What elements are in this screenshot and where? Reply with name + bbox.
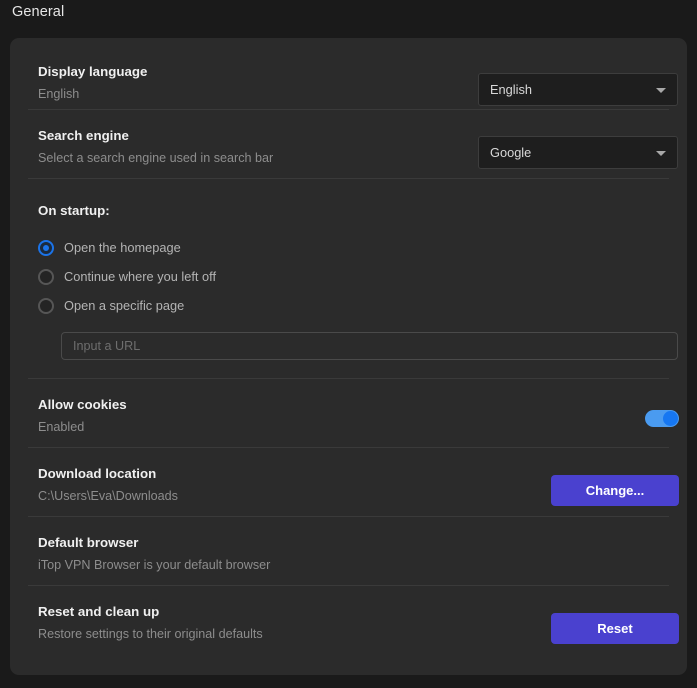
radio-label: Continue where you left off [64, 269, 217, 284]
on-startup-title: On startup: [38, 203, 110, 218]
reset-texts: Reset and clean up Restore settings to t… [38, 604, 263, 642]
setting-row-allow-cookies: Allow cookies Enabled [28, 379, 679, 448]
page-title: General [12, 4, 65, 20]
search-engine-title: Search engine [38, 128, 129, 143]
reset-title: Reset and clean up [38, 604, 160, 619]
search-engine-subtitle: Select a search engine used in search ba… [38, 151, 274, 165]
setting-row-default-browser: Default browser iTop VPN Browser is your… [28, 517, 669, 586]
reset-subtitle: Restore settings to their original defau… [38, 627, 263, 641]
allow-cookies-toggle[interactable] [645, 410, 679, 427]
radio-label: Open a specific page [64, 298, 185, 313]
download-location-title: Download location [38, 466, 157, 481]
default-browser-texts: Default browser iTop VPN Browser is your… [38, 535, 270, 573]
radio-mark-icon [38, 269, 54, 285]
download-location-subtitle: C:\Users\Eva\Downloads [38, 489, 178, 503]
setting-row-display-language: Display language English English [28, 38, 678, 110]
startup-url-input[interactable] [61, 332, 678, 360]
setting-row-search-engine: Search engine Select a search engine use… [28, 110, 678, 179]
display-language-subtitle: English [38, 87, 80, 101]
chevron-down-icon [656, 151, 666, 156]
download-location-texts: Download location C:\Users\Eva\Downloads [38, 466, 178, 504]
setting-row-reset: Reset and clean up Restore settings to t… [28, 586, 679, 655]
search-engine-dropdown[interactable]: Google [478, 136, 678, 169]
settings-list: Display language English English Search … [28, 38, 679, 655]
radio-mark-icon [38, 298, 54, 314]
settings-panel: Display language English English Search … [10, 38, 687, 675]
allow-cookies-texts: Allow cookies Enabled [38, 397, 127, 435]
default-browser-title: Default browser [38, 535, 139, 550]
change-download-location-button[interactable]: Change... [551, 475, 679, 506]
display-language-texts: Display language English [38, 64, 147, 102]
allow-cookies-subtitle: Enabled [38, 420, 85, 434]
chevron-down-icon [656, 88, 666, 93]
display-language-dropdown[interactable]: English [478, 73, 678, 106]
display-language-dropdown-value: English [490, 82, 532, 97]
allow-cookies-title: Allow cookies [38, 397, 127, 412]
setting-row-on-startup: On startup: Open the homepage Continue w… [28, 179, 678, 379]
default-browser-subtitle: iTop VPN Browser is your default browser [38, 558, 271, 572]
toggle-knob [663, 411, 678, 426]
radio-mark-icon [38, 240, 54, 256]
radio-label: Open the homepage [64, 240, 181, 255]
setting-row-download-location: Download location C:\Users\Eva\Downloads… [28, 448, 679, 517]
search-engine-texts: Search engine Select a search engine use… [38, 128, 273, 166]
search-engine-dropdown-value: Google [490, 145, 532, 160]
reset-button[interactable]: Reset [551, 613, 679, 644]
display-language-title: Display language [38, 64, 148, 79]
